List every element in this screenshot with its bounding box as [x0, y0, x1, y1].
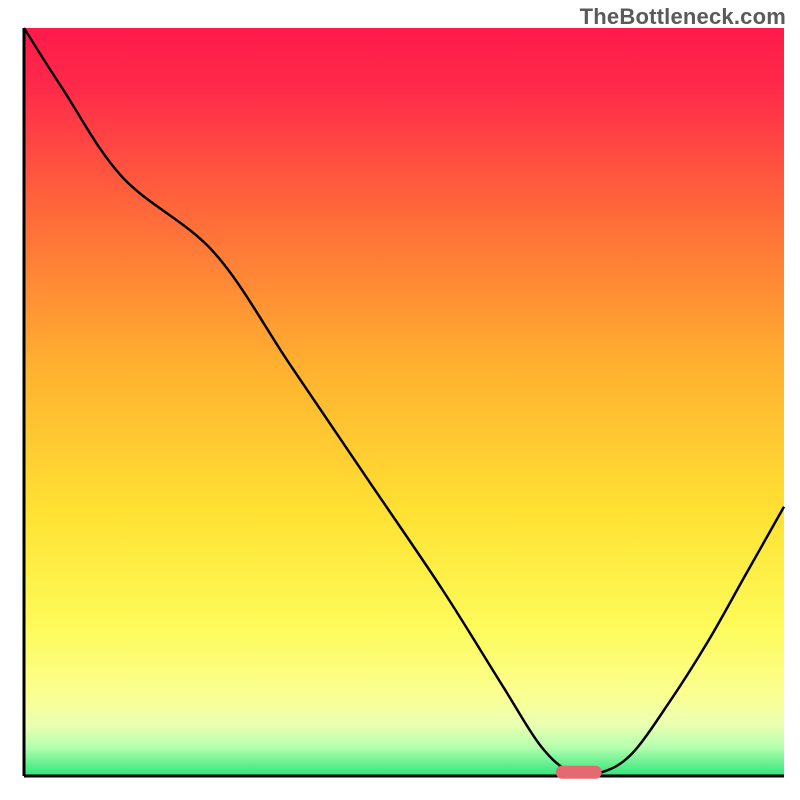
bottleneck-chart	[0, 0, 800, 800]
chart-container: { "watermark": "TheBottleneck.com", "cha…	[0, 0, 800, 800]
plot-background	[24, 28, 784, 776]
optimal-marker	[556, 766, 602, 779]
